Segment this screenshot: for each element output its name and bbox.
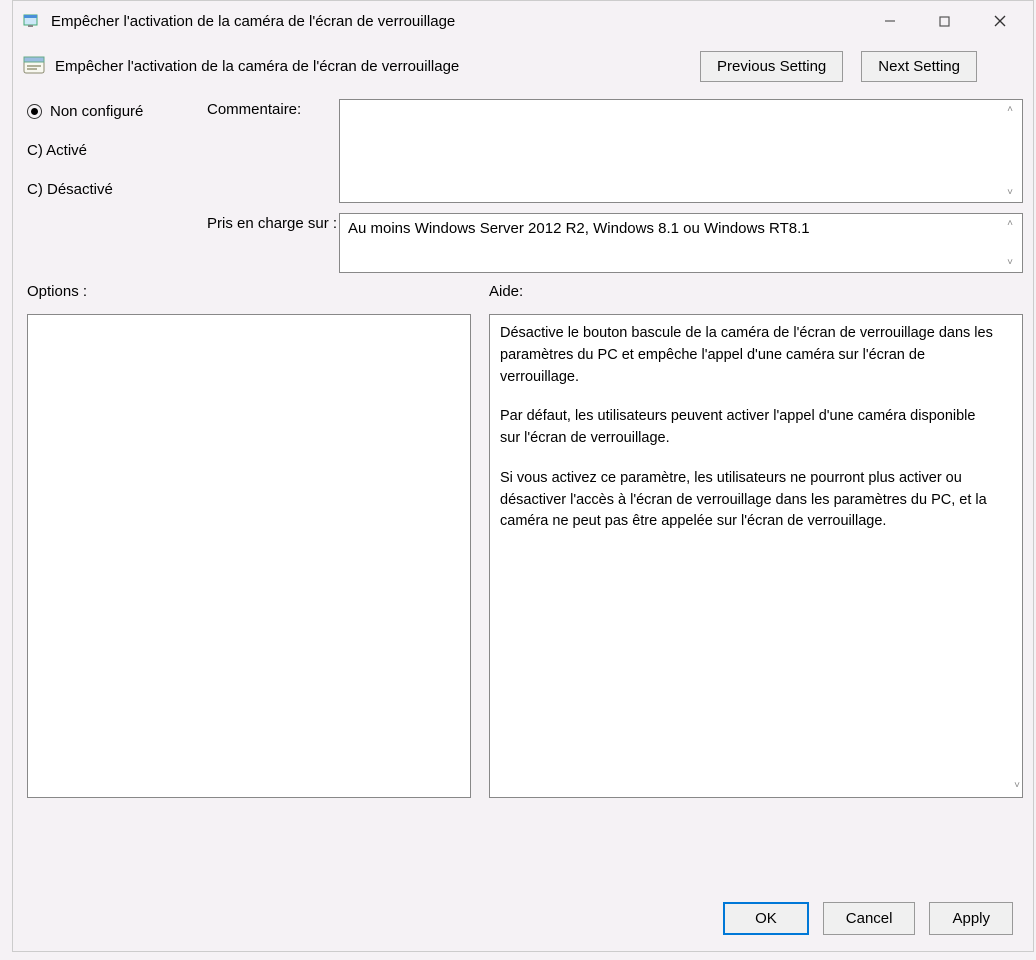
close-button[interactable] xyxy=(972,3,1027,39)
chevron-up-icon: ˄ xyxy=(1007,218,1013,229)
comment-input[interactable]: ˄ ˅ xyxy=(339,99,1023,203)
help-box: Désactive le bouton bascule de la caméra… xyxy=(489,314,1023,798)
options-box xyxy=(27,314,471,798)
app-icon xyxy=(23,12,41,30)
minimize-button[interactable] xyxy=(862,3,917,39)
apply-button[interactable]: Apply xyxy=(929,902,1013,935)
dialog-window: Empêcher l'activation de la caméra de l'… xyxy=(12,0,1034,952)
lower-area: Options : Aide: Désactive le bouton basc… xyxy=(13,283,1033,798)
maximize-button[interactable] xyxy=(917,3,972,39)
options-label: Options : xyxy=(27,283,471,300)
chevron-down-icon: ˅ xyxy=(1007,257,1013,268)
radio-label: Non configuré xyxy=(50,103,143,120)
dialog-footer: OK Cancel Apply xyxy=(723,902,1013,935)
comment-label: Commentaire: xyxy=(207,99,339,203)
fields-column: Commentaire: ˄ ˅ Pris en charge sur : Au… xyxy=(207,99,1023,273)
radio-label: C) Activé xyxy=(27,142,87,159)
chevron-down-icon: ˅ xyxy=(1007,187,1013,198)
supported-value: Au moins Windows Server 2012 R2, Windows… xyxy=(348,220,810,237)
supported-scroll[interactable]: ˄ ˅ xyxy=(1000,214,1020,272)
policy-icon xyxy=(23,55,45,77)
comment-scroll[interactable]: ˄ ˅ xyxy=(1000,100,1020,202)
radio-label: C) Désactivé xyxy=(27,181,113,198)
window-title: Empêcher l'activation de la caméra de l'… xyxy=(51,13,862,30)
chevron-down-icon[interactable]: ˅ xyxy=(1014,778,1020,793)
help-paragraph: Par défaut, les utilisateurs peuvent act… xyxy=(500,406,998,450)
supported-label: Pris en charge sur : xyxy=(207,213,339,273)
titlebar: Empêcher l'activation de la caméra de l'… xyxy=(13,1,1033,41)
next-setting-button[interactable]: Next Setting xyxy=(861,51,977,82)
radio-disabled[interactable]: C) Désactivé xyxy=(27,181,207,198)
previous-setting-button[interactable]: Previous Setting xyxy=(700,51,843,82)
state-column: Non configuré C) Activé C) Désactivé xyxy=(27,99,207,273)
policy-title: Empêcher l'activation de la caméra de l'… xyxy=(55,58,459,75)
radio-enabled[interactable]: C) Activé xyxy=(27,142,207,159)
supported-on-box: Au moins Windows Server 2012 R2, Windows… xyxy=(339,213,1023,273)
chevron-up-icon: ˄ xyxy=(1007,104,1013,115)
help-paragraph: Désactive le bouton bascule de la caméra… xyxy=(500,323,998,388)
ok-button[interactable]: OK xyxy=(723,902,809,935)
radio-icon xyxy=(27,104,42,119)
options-panel: Options : xyxy=(27,283,471,798)
settings-area: Non configuré C) Activé C) Désactivé Com… xyxy=(13,95,1033,283)
radio-not-configured[interactable]: Non configuré xyxy=(27,103,207,120)
help-label: Aide: xyxy=(489,283,1023,300)
subheader: Empêcher l'activation de la caméra de l'… xyxy=(13,41,1033,95)
window-controls xyxy=(862,3,1027,39)
help-paragraph: Si vous activez ce paramètre, les utilis… xyxy=(500,468,998,533)
cancel-button[interactable]: Cancel xyxy=(823,902,916,935)
help-panel: Aide: Désactive le bouton bascule de la … xyxy=(489,283,1023,798)
